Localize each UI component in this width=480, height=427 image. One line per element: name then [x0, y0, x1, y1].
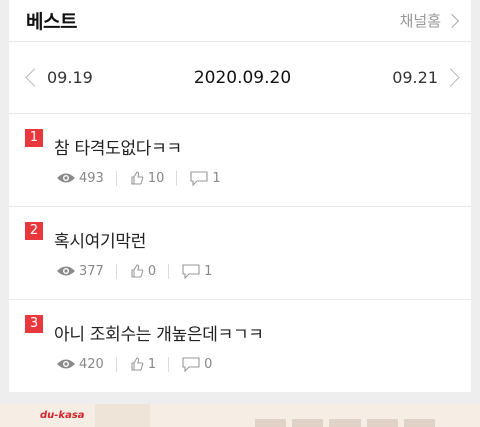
eye-icon [57, 359, 75, 369]
comment-count[interactable]: 1 [189, 170, 221, 186]
comment-icon [190, 171, 208, 186]
divider [168, 356, 170, 372]
list-item[interactable]: 3 아니 조회수는 개높은데ㅋㄱㅋ 420 1 0 [9, 300, 471, 393]
comment-count-value: 1 [212, 170, 221, 186]
rank-badge: 2 [25, 222, 43, 240]
rank-badge: 3 [25, 315, 43, 333]
post-title[interactable]: 아니 조회수는 개높은데ㅋㄱㅋ [54, 320, 264, 345]
divider [115, 356, 117, 372]
post-title[interactable]: 참 타격도없다ㅋㅋ [54, 134, 182, 159]
view-count-value: 420 [79, 356, 104, 372]
post-title[interactable]: 혹시여기막런 [54, 227, 146, 252]
ad-brand-logo: du-kasa [40, 410, 85, 421]
date-navigator: 09.19 2020.09.20 09.21 [9, 42, 471, 114]
divider [115, 170, 117, 186]
eye-icon [57, 266, 75, 276]
next-date-button[interactable]: 09.21 [392, 68, 460, 87]
chevron-right-icon [444, 13, 460, 28]
post-meta: 377 0 1 [56, 263, 212, 279]
like-count[interactable]: 0 [129, 263, 156, 279]
prev-date-label: 09.19 [47, 68, 93, 87]
post-meta: 420 1 0 [56, 356, 212, 372]
comment-icon [182, 357, 200, 372]
view-count: 420 [56, 357, 104, 372]
comment-count-value: 1 [204, 263, 213, 279]
current-date: 2020.09.20 [193, 67, 292, 88]
comment-count[interactable]: 1 [181, 263, 212, 279]
divider [168, 263, 170, 279]
view-count: 493 [56, 171, 104, 186]
comment-icon [182, 264, 200, 279]
view-count: 377 [56, 264, 104, 279]
like-count[interactable]: 10 [129, 170, 165, 186]
thumbs-up-icon [131, 357, 144, 371]
view-count-value: 493 [79, 170, 104, 186]
next-date-label: 09.21 [392, 68, 438, 87]
divider [176, 170, 178, 186]
like-count-value: 1 [147, 356, 157, 372]
like-count-value: 10 [147, 170, 165, 186]
ad-image [95, 404, 150, 427]
comment-count-value: 0 [204, 356, 213, 372]
thumbs-up-icon [131, 264, 144, 278]
section-title: 베스트 [26, 11, 77, 33]
ad-banner[interactable]: du-kasa [0, 404, 480, 427]
best-card: 베스트 채널홈 09.19 2020.09.20 09.21 1 참 타격도없다… [9, 0, 471, 392]
list-item[interactable]: 1 참 타격도없다ㅋㅋ 493 10 1 [9, 114, 471, 207]
like-count[interactable]: 1 [129, 356, 156, 372]
thumbs-up-icon [131, 171, 144, 185]
like-count-value: 0 [147, 263, 157, 279]
eye-icon [57, 173, 75, 183]
best-header: 베스트 채널홈 [9, 0, 471, 42]
divider [115, 263, 117, 279]
view-count-value: 377 [79, 263, 104, 279]
channel-home-link[interactable]: 채널홈 [399, 10, 460, 31]
comment-count[interactable]: 0 [181, 356, 212, 372]
chevron-left-icon [25, 68, 44, 87]
list-item[interactable]: 2 혹시여기막런 377 0 1 [9, 207, 471, 300]
chevron-right-icon [441, 68, 460, 87]
channel-home-label: 채널홈 [399, 12, 441, 30]
post-meta: 493 10 1 [56, 170, 221, 186]
post-list: 1 참 타격도없다ㅋㅋ 493 10 1 2 혹시여기막런 377 0 1 3 … [9, 114, 471, 393]
prev-date-button[interactable]: 09.19 [25, 68, 93, 87]
rank-badge: 1 [25, 129, 43, 147]
ad-text-strip [255, 419, 436, 427]
